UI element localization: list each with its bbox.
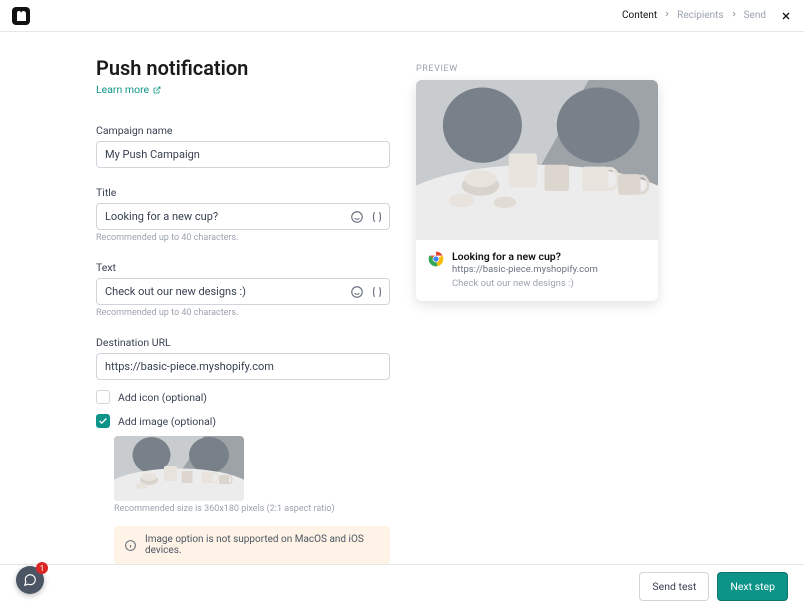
add-image-row: Add image (optional) [96,414,390,428]
campaign-name-input[interactable] [96,141,390,168]
emoji-icon[interactable] [350,285,364,299]
info-icon [124,539,137,552]
chat-badge: 1 [36,562,48,574]
add-icon-checkbox[interactable] [96,390,110,404]
external-link-icon [153,86,161,94]
form-column: Push notification Learn more Campaign na… [96,56,390,564]
field-url: Destination URL [96,336,390,380]
image-warning-text: Image option is not supported on MacOS a… [145,534,380,556]
breadcrumb-step-recipients[interactable]: Recipients [677,10,723,21]
page-title: Push notification [96,56,390,80]
field-text: Text Recommended up to 40 characters. [96,261,390,318]
personalization-icon[interactable] [370,210,384,224]
text-hint: Recommended up to 40 characters. [96,308,390,318]
image-hint: Recommended size is 360x180 pixels (2:1 … [114,504,390,514]
field-campaign-name: Campaign name [96,124,390,168]
next-step-button[interactable]: Next step [717,572,788,601]
preview-url: https://basic-piece.myshopify.com [452,264,646,275]
personalization-icon[interactable] [370,285,384,299]
learn-more-label: Learn more [96,83,149,96]
emoji-icon[interactable] [350,210,364,224]
preview-column: PREVIEW [416,56,708,564]
title-hint: Recommended up to 40 characters. [96,233,390,243]
preview-body: Looking for a new cup? https://basic-pie… [416,240,658,301]
send-test-button[interactable]: Send test [639,572,709,601]
app-logo [12,7,30,25]
preview-title: Looking for a new cup? [452,250,646,263]
page-body: Push notification Learn more Campaign na… [0,32,804,564]
chrome-icon [428,251,444,267]
breadcrumb: Content Recipients Send [622,10,792,22]
footer-bar: Send test Next step [0,564,804,608]
preview-image [416,80,658,240]
url-input[interactable] [96,353,390,380]
text-label: Text [96,261,390,274]
add-image-checkbox[interactable] [96,414,110,428]
close-icon[interactable] [780,10,792,22]
url-label: Destination URL [96,336,390,349]
chat-button[interactable]: 1 [16,566,44,594]
breadcrumb-step-content[interactable]: Content [622,10,657,21]
preview-card: Looking for a new cup? https://basic-pie… [416,80,658,301]
title-input[interactable] [96,203,390,230]
chevron-right-icon [730,10,738,21]
breadcrumb-step-send[interactable]: Send [744,10,766,21]
image-warning: Image option is not supported on MacOS a… [114,526,390,564]
text-input[interactable] [96,278,390,305]
top-bar: Content Recipients Send [0,0,804,32]
chevron-right-icon [663,10,671,21]
preview-text: Check out our new designs :) [452,278,646,289]
add-icon-label: Add icon (optional) [118,391,207,404]
add-image-label: Add image (optional) [118,415,216,428]
learn-more-link[interactable]: Learn more [96,83,161,96]
add-icon-row: Add icon (optional) [96,390,390,404]
title-label: Title [96,186,390,199]
preview-label: PREVIEW [416,64,708,74]
campaign-name-label: Campaign name [96,124,390,137]
field-title: Title Recommended up to 40 characters. [96,186,390,243]
image-thumbnail[interactable] [114,436,244,501]
